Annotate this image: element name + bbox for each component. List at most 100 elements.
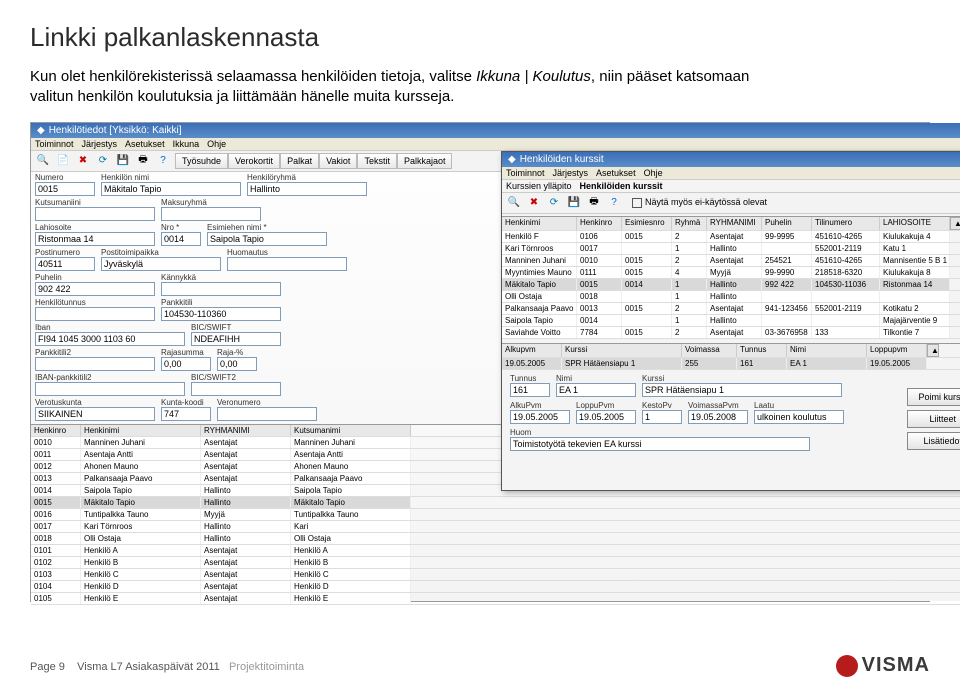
- help-icon[interactable]: ?: [606, 195, 622, 211]
- toolbar-btn-palkkajaot[interactable]: Palkkajaot: [397, 153, 453, 169]
- save-icon[interactable]: 💾: [566, 195, 582, 211]
- refresh-icon[interactable]: ⟳: [546, 195, 562, 211]
- toolbar-btn-tekstit[interactable]: Tekstit: [357, 153, 397, 169]
- table-row[interactable]: 0018Olli OstajaHallintoOlli Ostaja: [31, 533, 960, 545]
- table-row[interactable]: Saviahde Voitto778400152Asentajat03-3676…: [502, 327, 960, 339]
- table-row[interactable]: 0103Henkilö CAsentajatHenkilö C: [31, 569, 960, 581]
- field-iban[interactable]: FI94 1045 3000 1103 60: [35, 332, 185, 346]
- field-henkilöryhmä[interactable]: Hallinto: [247, 182, 367, 196]
- toolbar-btn-vakiot[interactable]: Vakiot: [319, 153, 357, 169]
- scroll-up[interactable]: ▲: [950, 217, 960, 230]
- field-lahiosoite[interactable]: Ristonmaa 14: [35, 232, 155, 246]
- button-poimi-kurssi[interactable]: Poimi kurssi: [907, 388, 960, 406]
- field-nro *[interactable]: 0014: [161, 232, 201, 246]
- detail-field[interactable]: 161: [510, 383, 550, 397]
- col-header[interactable]: RYHMANIMI: [201, 425, 291, 436]
- col-header[interactable]: Henkinimi: [81, 425, 201, 436]
- detail-field[interactable]: 19.05.2008: [688, 410, 748, 424]
- field-pankkitili2[interactable]: [35, 357, 155, 371]
- window2-tabs[interactable]: Kurssien ylläpito Henkilöiden kurssit: [502, 180, 960, 193]
- table-row[interactable]: Olli Ostaja00181Hallinto: [502, 291, 960, 303]
- detail-field[interactable]: 19.05.2005: [510, 410, 570, 424]
- col-header[interactable]: Henkinro: [577, 217, 622, 230]
- col-header[interactable]: Henkinimi: [502, 217, 577, 230]
- field-kunta-koodi[interactable]: 747: [161, 407, 211, 421]
- window2-grid-courses[interactable]: AlkupvmKurssiVoimassaTunnusNimiLoppupvm▲…: [502, 343, 960, 370]
- new-icon[interactable]: 📄: [55, 153, 71, 169]
- table-row[interactable]: Kari Törnroos00171Hallinto552001-2119Kat…: [502, 243, 960, 255]
- field-postitoimipaikka[interactable]: Jyväskylä: [101, 257, 221, 271]
- window2-grid-people[interactable]: HenkinimiHenkinroEsimiesnroRyhmäRYHMANIM…: [502, 216, 960, 339]
- window1-menubar[interactable]: ToiminnotJärjestysAsetuksetIkkunaOhje: [31, 138, 960, 151]
- field-verotuskunta[interactable]: SIIKAINEN: [35, 407, 155, 421]
- table-row[interactable]: 19.05.2005SPR Hätäensiapu 1255161EA 119.…: [502, 358, 960, 370]
- field-bic/swift[interactable]: NDEAFIHH: [191, 332, 281, 346]
- field-raja-%[interactable]: 0,00: [217, 357, 257, 371]
- col-header[interactable]: Tilinumero: [812, 217, 880, 230]
- menu-toiminnot[interactable]: Toiminnot: [506, 168, 545, 178]
- col-header[interactable]: RYHMANIMI: [707, 217, 762, 230]
- field-henkilötunnus[interactable]: [35, 307, 155, 321]
- field-veronumero[interactable]: [217, 407, 317, 421]
- save-icon[interactable]: 💾: [115, 153, 131, 169]
- field-puhelin[interactable]: 902 422: [35, 282, 155, 296]
- col-header[interactable]: LAHIOSOITE: [880, 217, 950, 230]
- col-header[interactable]: Kurssi: [562, 344, 682, 357]
- col-header[interactable]: Nimi: [787, 344, 867, 357]
- col-header[interactable]: Loppupvm: [867, 344, 927, 357]
- table-row[interactable]: 0015Mäkitalo TapioHallintoMäkitalo Tapio: [31, 497, 960, 509]
- table-row[interactable]: Henkilö F010600152Asentajat99-9995451610…: [502, 231, 960, 243]
- table-row[interactable]: 0105Henkilö EAsentajatHenkilö E: [31, 593, 960, 605]
- col-header[interactable]: Henkinro: [31, 425, 81, 436]
- col-header[interactable]: Tunnus: [737, 344, 787, 357]
- toolbar-btn-työsuhde[interactable]: Työsuhde: [175, 153, 228, 169]
- menu-ohje[interactable]: Ohje: [207, 139, 226, 149]
- search-icon[interactable]: 🔍: [35, 153, 51, 169]
- field-esimiehen nimi *[interactable]: Saipola Tapio: [207, 232, 327, 246]
- toolbar-btn-palkat[interactable]: Palkat: [280, 153, 319, 169]
- field-kännykkä[interactable]: [161, 282, 281, 296]
- scroll-up[interactable]: ▲: [927, 344, 939, 357]
- menu-henkilöiden kurssit[interactable]: Henkilöiden kurssit: [580, 181, 663, 191]
- col-header[interactable]: Puhelin: [762, 217, 812, 230]
- table-row[interactable]: 0102Henkilö BAsentajatHenkilö B: [31, 557, 960, 569]
- search-icon[interactable]: 🔍: [506, 195, 522, 211]
- col-header[interactable]: Kutsumanimi: [291, 425, 411, 436]
- table-row[interactable]: 0016Tuntipalkka TaunoMyyjäTuntipalkka Ta…: [31, 509, 960, 521]
- menu-kurssien ylläpito[interactable]: Kurssien ylläpito: [506, 181, 572, 191]
- window2-menubar[interactable]: ToiminnotJärjestysAsetuksetOhje: [502, 167, 960, 180]
- table-row[interactable]: Mäkitalo Tapio001500141Hallinto992 42210…: [502, 279, 960, 291]
- button-liitteet[interactable]: Liitteet: [907, 410, 960, 428]
- field-postinumero[interactable]: 40511: [35, 257, 95, 271]
- detail-field[interactable]: 1: [642, 410, 682, 424]
- show-inactive-checkbox[interactable]: Näytä myös ei-käytössä olevat: [632, 197, 767, 208]
- menu-asetukset[interactable]: Asetukset: [596, 168, 636, 178]
- detail-field[interactable]: ulkoinen koulutus: [754, 410, 844, 424]
- table-row[interactable]: Manninen Juhani001000152Asentajat2545214…: [502, 255, 960, 267]
- menu-ikkuna[interactable]: Ikkuna: [173, 139, 200, 149]
- note-field[interactable]: Toimistotyötä tekevien EA kurssi: [510, 437, 810, 451]
- menu-ohje[interactable]: Ohje: [644, 168, 663, 178]
- help-icon[interactable]: ?: [155, 153, 171, 169]
- detail-field[interactable]: SPR Hätäensiapu 1: [642, 383, 842, 397]
- menu-asetukset[interactable]: Asetukset: [125, 139, 165, 149]
- print-icon[interactable]: 🖶: [135, 153, 151, 169]
- table-row[interactable]: Palkansaaja Paavo001300152Asentajat941-1…: [502, 303, 960, 315]
- delete-icon[interactable]: ✖: [75, 153, 91, 169]
- table-row[interactable]: 0101Henkilö AAsentajatHenkilö A: [31, 545, 960, 557]
- field-kutsumaniini[interactable]: [35, 207, 155, 221]
- delete-icon[interactable]: ✖: [526, 195, 542, 211]
- col-header[interactable]: Ryhmä: [672, 217, 707, 230]
- field-maksuryhmä[interactable]: [161, 207, 261, 221]
- menu-järjestys[interactable]: Järjestys: [82, 139, 118, 149]
- table-row[interactable]: 0104Henkilö DAsentajatHenkilö D: [31, 581, 960, 593]
- col-header[interactable]: Esimiesnro: [622, 217, 672, 230]
- table-row[interactable]: Saipola Tapio00141HallintoMajajärventie …: [502, 315, 960, 327]
- col-header[interactable]: Alkupvm: [502, 344, 562, 357]
- field-rajasumma[interactable]: 0,00: [161, 357, 211, 371]
- field-pankkitili[interactable]: 104530-110360: [161, 307, 281, 321]
- field-numero[interactable]: 0015: [35, 182, 95, 196]
- print-icon[interactable]: 🖶: [586, 195, 602, 211]
- detail-field[interactable]: 19.05.2005: [576, 410, 636, 424]
- button-lisätiedot[interactable]: Lisätiedot: [907, 432, 960, 450]
